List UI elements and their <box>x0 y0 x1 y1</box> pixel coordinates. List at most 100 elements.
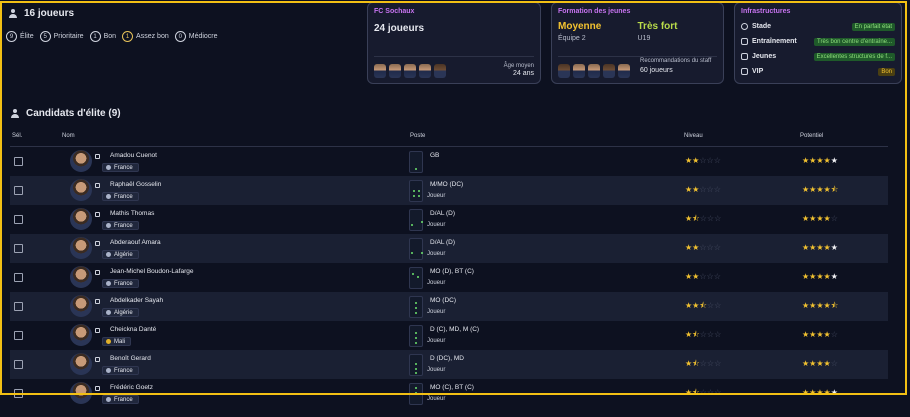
star-icon: ★ <box>823 243 831 252</box>
player-name[interactable]: Abderaouf Amara <box>110 239 161 246</box>
select-checkbox[interactable] <box>14 389 23 398</box>
legend-label: Prioritaire <box>53 33 84 40</box>
col-potential[interactable]: Potentiel <box>800 133 823 139</box>
vip-icon <box>741 68 748 75</box>
star-icon: ☆ <box>699 272 707 281</box>
star-icon: ☆ <box>706 243 714 252</box>
table-row[interactable]: Mathis Thomas France D/AL (D) Joueur ★⯪☆☆☆ ★★… <box>10 205 888 234</box>
player-role: Joueur <box>427 367 446 373</box>
youth-icon <box>741 53 748 60</box>
legend-label: Élite <box>20 33 34 40</box>
col-sel[interactable]: Sél. <box>12 133 22 139</box>
player-name[interactable]: Benoît Gerard <box>110 355 151 362</box>
infrastructure-card[interactable]: Infrastructures Stade En parfait état Entr… <box>734 2 902 84</box>
potential-stars: ★★★★★ <box>802 244 838 252</box>
position-dot <box>418 195 420 197</box>
table-row[interactable]: Abdelkader Sayah Algérie MO (DC) Joueur ★★⯪☆… <box>10 292 888 321</box>
player-name[interactable]: Raphaël Gosselin <box>110 181 161 188</box>
select-checkbox[interactable] <box>14 215 23 224</box>
player-position: D/AL (D) <box>430 239 456 246</box>
table-row[interactable]: Jean-Michel Boudon-Lafarge France MO (D), … <box>10 263 888 292</box>
level-stars: ★★☆☆☆ <box>685 157 721 165</box>
position-dot <box>411 252 413 254</box>
player-name[interactable]: Jean-Michel Boudon-Lafarge <box>110 268 193 275</box>
player-name[interactable]: Cheickna Danté <box>110 326 156 333</box>
table-row[interactable]: Benoît Gerard France D (DC), MD Joueur ★⯪☆☆☆… <box>10 350 888 379</box>
player-avatar <box>70 150 92 172</box>
player-role: Joueur <box>427 396 446 402</box>
star-icon: ☆ <box>830 359 838 368</box>
col-name[interactable]: Nom <box>62 133 75 139</box>
select-checkbox[interactable] <box>14 302 23 311</box>
star-icon: ☆ <box>699 214 707 223</box>
position-dot <box>413 195 415 197</box>
youth-u19-label: U19 <box>637 35 651 42</box>
youth-faces <box>558 64 630 78</box>
infra-label-text: Stade <box>752 23 772 30</box>
club-card[interactable]: FC Sochaux 24 joueurs Âge moyen 24 ans <box>367 2 541 84</box>
star-icon: ⯪ <box>699 301 707 310</box>
position-dot <box>418 190 420 192</box>
scout-icon <box>95 212 100 217</box>
player-avatar <box>70 324 92 346</box>
player-role: Joueur <box>427 193 446 199</box>
legend-item: 0 Médiocre <box>174 31 218 42</box>
select-checkbox[interactable] <box>14 186 23 195</box>
infra-label-text: Jeunes <box>752 53 777 60</box>
player-face <box>404 64 416 78</box>
nationality-label: France <box>114 280 133 287</box>
infra-rows: Stade En parfait état Entraînement Très bon… <box>741 21 895 77</box>
infra-label: Jeunes <box>741 53 776 60</box>
player-position: D (C), MD, M (C) <box>430 326 480 333</box>
col-position[interactable]: Poste <box>410 133 425 139</box>
select-checkbox[interactable] <box>14 331 23 340</box>
select-checkbox[interactable] <box>14 360 23 369</box>
position-pitch-icon <box>409 209 423 231</box>
table-row[interactable]: Amadou Cuenot France GB ★★☆☆☆ ★★★★★ <box>10 147 888 176</box>
table-row[interactable]: Abderaouf Amara Algérie D/AL (D) Joueur ★★☆☆… <box>10 234 888 263</box>
level-stars: ★★☆☆☆ <box>685 273 721 281</box>
potential-stars: ★★★★☆ <box>802 331 838 339</box>
star-icon: ★ <box>823 214 831 223</box>
player-name[interactable]: Amadou Cuenot <box>110 152 157 159</box>
infra-label: Entraînement <box>741 38 797 45</box>
star-icon: ★ <box>816 214 824 223</box>
player-name[interactable]: Frédéric Goetz <box>110 384 153 391</box>
select-checkbox[interactable] <box>14 273 23 282</box>
position-dot <box>415 342 417 344</box>
infra-label: Stade <box>741 23 771 30</box>
youth-card[interactable]: Formation des jeunes Moyenne Équipe 2 Tr… <box>551 2 724 84</box>
star-icon: ⯪ <box>692 330 700 339</box>
star-icon: ☆ <box>714 330 722 339</box>
scout-icon <box>95 328 100 333</box>
infra-row: VIP Bon <box>741 66 895 77</box>
nationality-chip: Mali <box>102 337 132 346</box>
select-checkbox[interactable] <box>14 157 23 166</box>
star-icon: ☆ <box>830 330 838 339</box>
table-row[interactable]: Frédéric Goetz France MO (C), BT (C) Joueur… <box>10 379 888 408</box>
summary-title-text: 16 joueurs <box>24 8 75 19</box>
table-row[interactable]: Cheickna Danté Mali D (C), MD, M (C) Joueur… <box>10 321 888 350</box>
star-icon: ★ <box>823 272 831 281</box>
infra-label-text: Entraînement <box>752 38 797 45</box>
overview-panel: 16 joueurs 9 Élite 5 Prioritaire 1 Bon 1 Assez … <box>0 0 910 88</box>
player-avatar <box>70 179 92 201</box>
star-icon: ★ <box>823 156 831 165</box>
select-checkbox[interactable] <box>14 244 23 253</box>
position-pitch-icon <box>409 383 423 405</box>
position-pitch-icon <box>409 180 423 202</box>
position-dot <box>415 387 417 389</box>
player-position: GB <box>430 152 440 159</box>
count-badge: 1 <box>122 31 134 42</box>
player-position: MO (C), BT (C) <box>430 384 474 391</box>
table-row[interactable]: Raphaël Gosselin France M/MO (DC) Joueur ★★☆… <box>10 176 888 205</box>
count-badge: 9 <box>6 31 17 42</box>
star-icon: ☆ <box>830 214 838 223</box>
player-name[interactable]: Abdelkader Sayah <box>110 297 163 304</box>
col-level[interactable]: Niveau <box>684 133 703 139</box>
scout-icon <box>95 357 100 362</box>
star-icon: ★ <box>823 359 831 368</box>
flag-icon <box>106 397 111 402</box>
player-name[interactable]: Mathis Thomas <box>110 210 154 217</box>
player-position: D/AL (D) <box>430 210 456 217</box>
